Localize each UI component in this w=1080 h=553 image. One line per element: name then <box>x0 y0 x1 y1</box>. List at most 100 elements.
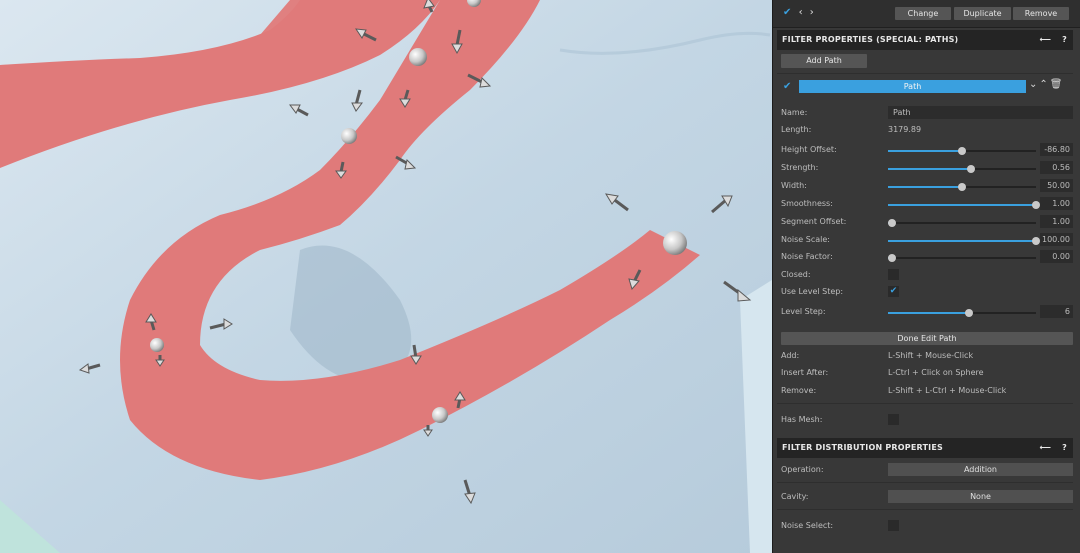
chevron-right-icon[interactable]: › <box>810 7 814 18</box>
noise-scale-slider[interactable] <box>888 237 1040 245</box>
control-point-sphere[interactable] <box>341 128 357 144</box>
help-add-row: Add: L-Shift + Mouse-Click <box>781 348 1075 364</box>
name-field[interactable]: Path <box>888 106 1073 119</box>
closed-checkbox[interactable] <box>888 269 899 280</box>
has-mesh-row: Has Mesh: <box>781 412 1075 428</box>
segment-offset-row: Segment Offset: 1.00 <box>781 214 1075 230</box>
level-step-row: Level Step: 6 <box>781 304 1075 320</box>
width-label: Width: <box>781 181 807 190</box>
segment-offset-label: Segment Offset: <box>781 217 847 226</box>
change-button[interactable]: Change <box>895 7 951 20</box>
control-point-sphere[interactable] <box>409 48 427 66</box>
help-icon[interactable]: ? <box>1062 35 1067 44</box>
smoothness-value[interactable]: 1.00 <box>1040 197 1073 210</box>
noise-factor-value[interactable]: 0.00 <box>1040 250 1073 263</box>
width-row: Width: 50.00 <box>781 178 1075 194</box>
height-offset-slider[interactable] <box>888 147 1036 155</box>
control-point-sphere[interactable] <box>150 338 164 352</box>
noise-factor-slider[interactable] <box>888 254 1036 262</box>
chevron-left-icon[interactable]: ‹ <box>799 7 803 18</box>
segment-offset-value[interactable]: 1.00 <box>1040 215 1073 228</box>
operation-dropdown[interactable]: Addition <box>888 463 1073 476</box>
slider-fill <box>888 240 1036 242</box>
filter-properties-header[interactable]: FILTER PROPERTIES (SPECIAL: PATHS) ⟵ ? <box>777 30 1073 50</box>
duplicate-button[interactable]: Duplicate <box>954 7 1011 20</box>
length-label: Length: <box>781 125 812 134</box>
help-insert-row: Insert After: L-Ctrl + Click on Sphere <box>781 365 1075 381</box>
has-mesh-label: Has Mesh: <box>781 415 823 424</box>
smoothness-slider[interactable] <box>888 201 1040 209</box>
noise-scale-value[interactable]: 100.00 <box>1040 233 1073 246</box>
chevron-down-icon[interactable]: ⌄ <box>1029 79 1039 90</box>
control-point-sphere[interactable] <box>432 407 448 423</box>
strength-slider[interactable] <box>888 165 1036 173</box>
arrow-back-icon[interactable]: ⟵ <box>1039 35 1051 44</box>
operation-row: Operation: Addition <box>781 462 1075 478</box>
noise-scale-row: Noise Scale: 100.00 <box>781 232 1075 248</box>
inspector-panel: ✔ ‹ › Change Duplicate Remove FILTER PRO… <box>772 0 1080 553</box>
terrain-scene <box>0 0 772 553</box>
slider-knob[interactable] <box>1032 237 1040 245</box>
noise-factor-label: Noise Factor: <box>781 252 833 261</box>
control-point-sphere[interactable] <box>663 231 687 255</box>
segment-offset-slider[interactable] <box>888 219 1036 227</box>
slider-fill <box>888 186 962 188</box>
cavity-label: Cavity: <box>781 492 809 501</box>
noise-select-checkbox[interactable] <box>888 520 899 531</box>
slider-knob[interactable] <box>888 219 897 227</box>
help-remove-label: Remove: <box>781 386 817 395</box>
chevron-up-icon[interactable]: ⌃ <box>1039 79 1049 90</box>
distribution-properties-header[interactable]: FILTER DISTRIBUTION PROPERTIES ⟵ ? <box>777 438 1073 458</box>
help-icon[interactable]: ? <box>1062 443 1067 452</box>
trash-icon[interactable]: 🗑 <box>1050 79 1065 90</box>
width-value[interactable]: 50.00 <box>1040 179 1073 192</box>
cavity-row: Cavity: None <box>781 489 1075 505</box>
cavity-dropdown[interactable]: None <box>888 490 1073 503</box>
path-entry: ✔ Path ⌄⌃🗑 <box>777 78 1073 96</box>
level-step-value[interactable]: 6 <box>1040 305 1073 318</box>
done-edit-path-button[interactable]: Done Edit Path <box>781 332 1073 345</box>
path-select-bar[interactable]: Path <box>799 80 1026 93</box>
name-label: Name: <box>781 108 808 117</box>
use-level-step-row: Use Level Step: ✔ <box>781 284 1075 300</box>
slider-knob[interactable] <box>966 165 975 173</box>
scene-viewport[interactable] <box>0 0 772 553</box>
level-step-slider[interactable] <box>888 309 1036 317</box>
divider <box>777 403 1073 404</box>
noise-select-row: Noise Select: <box>781 518 1075 534</box>
divider <box>777 509 1073 510</box>
strength-value[interactable]: 0.56 <box>1040 161 1073 174</box>
height-offset-label: Height Offset: <box>781 145 837 154</box>
smoothness-row: Smoothness: 1.00 <box>781 196 1075 212</box>
help-insert-value: L-Ctrl + Click on Sphere <box>888 368 984 377</box>
strength-label: Strength: <box>781 163 819 172</box>
remove-button[interactable]: Remove <box>1013 7 1069 20</box>
help-remove-value: L-Shift + L-Ctrl + Mouse-Click <box>888 386 1007 395</box>
divider <box>777 73 1073 74</box>
path-enabled-checkbox[interactable]: ✔ <box>783 81 791 92</box>
help-insert-label: Insert After: <box>781 368 829 377</box>
closed-label: Closed: <box>781 270 811 279</box>
slider-knob[interactable] <box>888 254 897 262</box>
arrow-back-icon[interactable]: ⟵ <box>1039 443 1051 452</box>
slider-knob[interactable] <box>1032 201 1040 209</box>
slider-knob[interactable] <box>958 147 966 155</box>
slider-knob[interactable] <box>965 309 974 317</box>
operation-label: Operation: <box>781 465 824 474</box>
add-path-button[interactable]: Add Path <box>781 54 867 68</box>
height-offset-value[interactable]: -86.80 <box>1040 143 1073 156</box>
checkmark-icon: ✔ <box>889 286 898 296</box>
slider-knob[interactable] <box>958 183 966 191</box>
slider-fill <box>888 150 962 152</box>
checkmark-icon[interactable]: ✔ <box>783 7 791 18</box>
length-value: 3179.89 <box>888 125 922 134</box>
closed-row: Closed: <box>781 267 1075 283</box>
width-slider[interactable] <box>888 183 1036 191</box>
noise-select-label: Noise Select: <box>781 521 834 530</box>
use-level-step-label: Use Level Step: <box>781 287 844 296</box>
noise-scale-label: Noise Scale: <box>781 235 830 244</box>
inspector-toolbar: ✔ ‹ › Change Duplicate Remove <box>773 0 1080 28</box>
section-title: FILTER DISTRIBUTION PROPERTIES <box>782 443 943 452</box>
has-mesh-checkbox[interactable] <box>888 414 899 425</box>
use-level-step-checkbox[interactable]: ✔ <box>888 286 899 297</box>
